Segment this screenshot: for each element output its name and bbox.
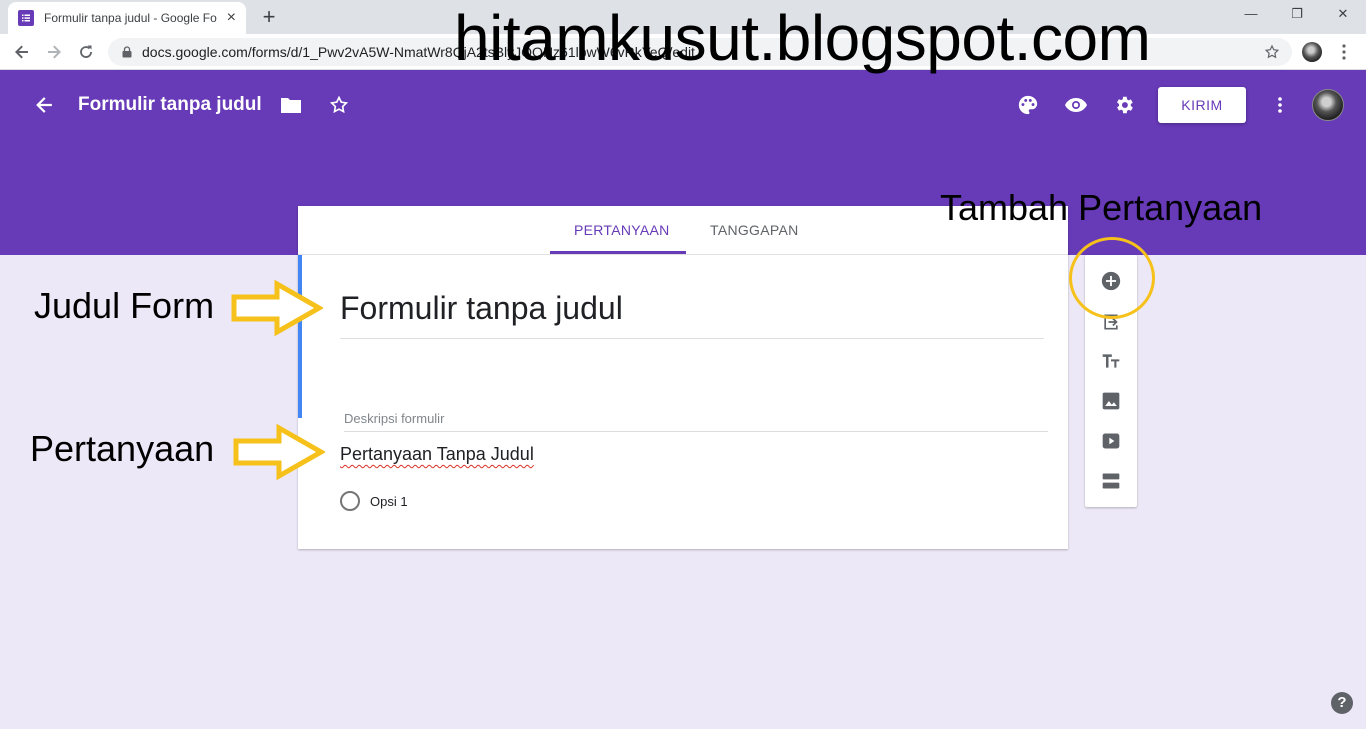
add-video-icon[interactable] xyxy=(1099,429,1123,453)
minimize-button[interactable]: — xyxy=(1241,6,1261,21)
annotation-question: Pertanyaan xyxy=(30,428,215,469)
browser-tab-title: Formulir tanpa judul - Google Fo xyxy=(44,11,217,25)
add-title-text-icon[interactable] xyxy=(1099,349,1123,373)
reload-icon[interactable] xyxy=(74,40,98,64)
profile-avatar-icon[interactable] xyxy=(1300,40,1324,64)
form-title-section: Deskripsi formulir xyxy=(298,255,1068,432)
back-arrow-icon[interactable] xyxy=(10,40,34,64)
star-icon[interactable] xyxy=(325,91,353,119)
preview-eye-icon[interactable] xyxy=(1062,91,1090,119)
send-button[interactable]: KIRIM xyxy=(1158,87,1246,123)
new-tab-button[interactable]: + xyxy=(258,6,280,28)
form-card: PERTANYAAN TANGGAPAN Deskripsi formulir … xyxy=(298,206,1068,549)
radio-option-icon[interactable] xyxy=(340,491,360,511)
help-icon[interactable]: ? xyxy=(1331,692,1353,714)
arrow-icon xyxy=(231,280,323,336)
tab-questions[interactable]: PERTANYAAN xyxy=(574,222,670,238)
account-avatar[interactable] xyxy=(1312,89,1344,121)
header-form-title[interactable]: Formulir tanpa judul xyxy=(78,94,262,116)
title-underline xyxy=(340,338,1044,339)
bookmark-star-icon[interactable] xyxy=(1260,40,1284,64)
folder-icon[interactable] xyxy=(277,91,305,119)
annotation-form-title: Judul Form xyxy=(34,285,215,326)
browser-tab[interactable]: Formulir tanpa judul - Google Fo × xyxy=(8,2,246,34)
restore-button[interactable]: ❐ xyxy=(1287,6,1307,22)
arrow-icon xyxy=(233,424,325,480)
tab-responses[interactable]: TANGGAPAN xyxy=(710,222,799,238)
active-tab-indicator xyxy=(550,251,686,254)
settings-gear-icon[interactable] xyxy=(1110,91,1138,119)
question-title-field[interactable]: Pertanyaan Tanpa Judul xyxy=(340,444,534,465)
lock-icon xyxy=(122,46,132,58)
back-arrow-icon[interactable] xyxy=(30,91,58,119)
add-image-icon[interactable] xyxy=(1099,389,1123,413)
chrome-menu-icon[interactable] xyxy=(1332,40,1356,64)
more-vert-icon[interactable] xyxy=(1266,91,1294,119)
tab-close-icon[interactable]: × xyxy=(227,10,236,26)
form-title-field[interactable]: Formulir tanpa judul xyxy=(340,290,623,327)
palette-icon[interactable] xyxy=(1014,91,1042,119)
description-underline xyxy=(344,431,1048,432)
option-label[interactable]: Opsi 1 xyxy=(370,494,408,509)
form-description-field[interactable]: Deskripsi formulir xyxy=(344,411,444,426)
watermark-text: hitamkusut.blogspot.com xyxy=(454,2,1151,74)
forms-favicon-icon xyxy=(18,10,34,26)
add-section-icon[interactable] xyxy=(1099,469,1123,493)
forward-arrow-icon[interactable] xyxy=(42,40,66,64)
close-window-button[interactable]: ✕ xyxy=(1333,6,1353,22)
annotation-add-question: Tambah Pertanyaan xyxy=(940,187,1263,228)
highlight-circle xyxy=(1069,237,1155,319)
